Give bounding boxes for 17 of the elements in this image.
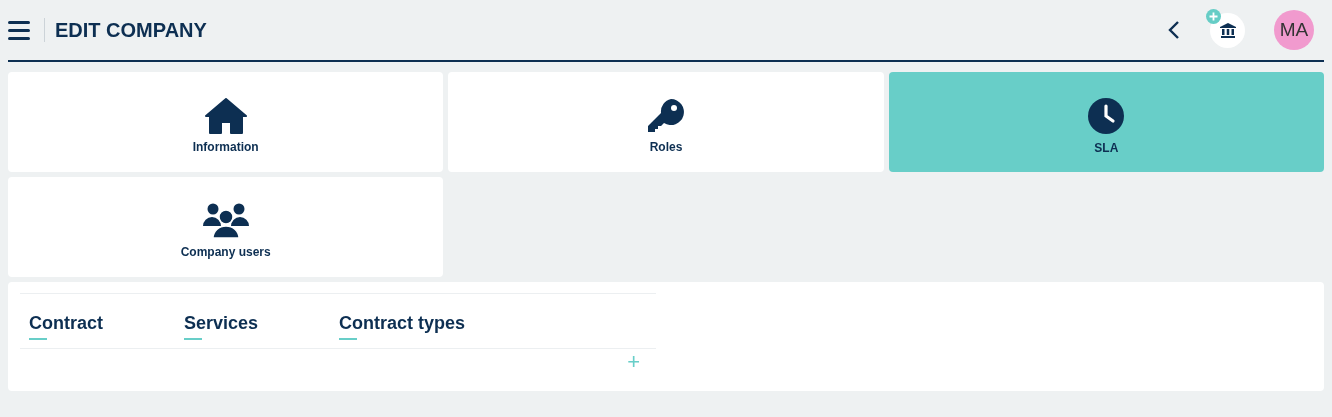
back-button[interactable] [1168,21,1180,39]
nav-tile[interactable]: Information [8,72,444,172]
bank-icon [1219,22,1236,38]
house-icon [204,98,247,134]
tab[interactable]: Contract types [330,302,485,340]
tab[interactable]: Contract [20,302,175,340]
key-icon [647,98,685,134]
users-icon [202,203,249,239]
user-avatar[interactable]: MA [1274,10,1314,50]
menu-button[interactable] [8,20,30,40]
nav-tile[interactable]: Company users [8,177,444,277]
plus-icon [1206,8,1221,24]
nav-tile[interactable]: SLA [888,72,1324,172]
tab[interactable]: Services [175,302,330,340]
page-title: EDIT COMPANY [55,18,208,42]
nav-tile[interactable]: Roles [448,72,884,172]
clock-icon [1087,97,1126,135]
